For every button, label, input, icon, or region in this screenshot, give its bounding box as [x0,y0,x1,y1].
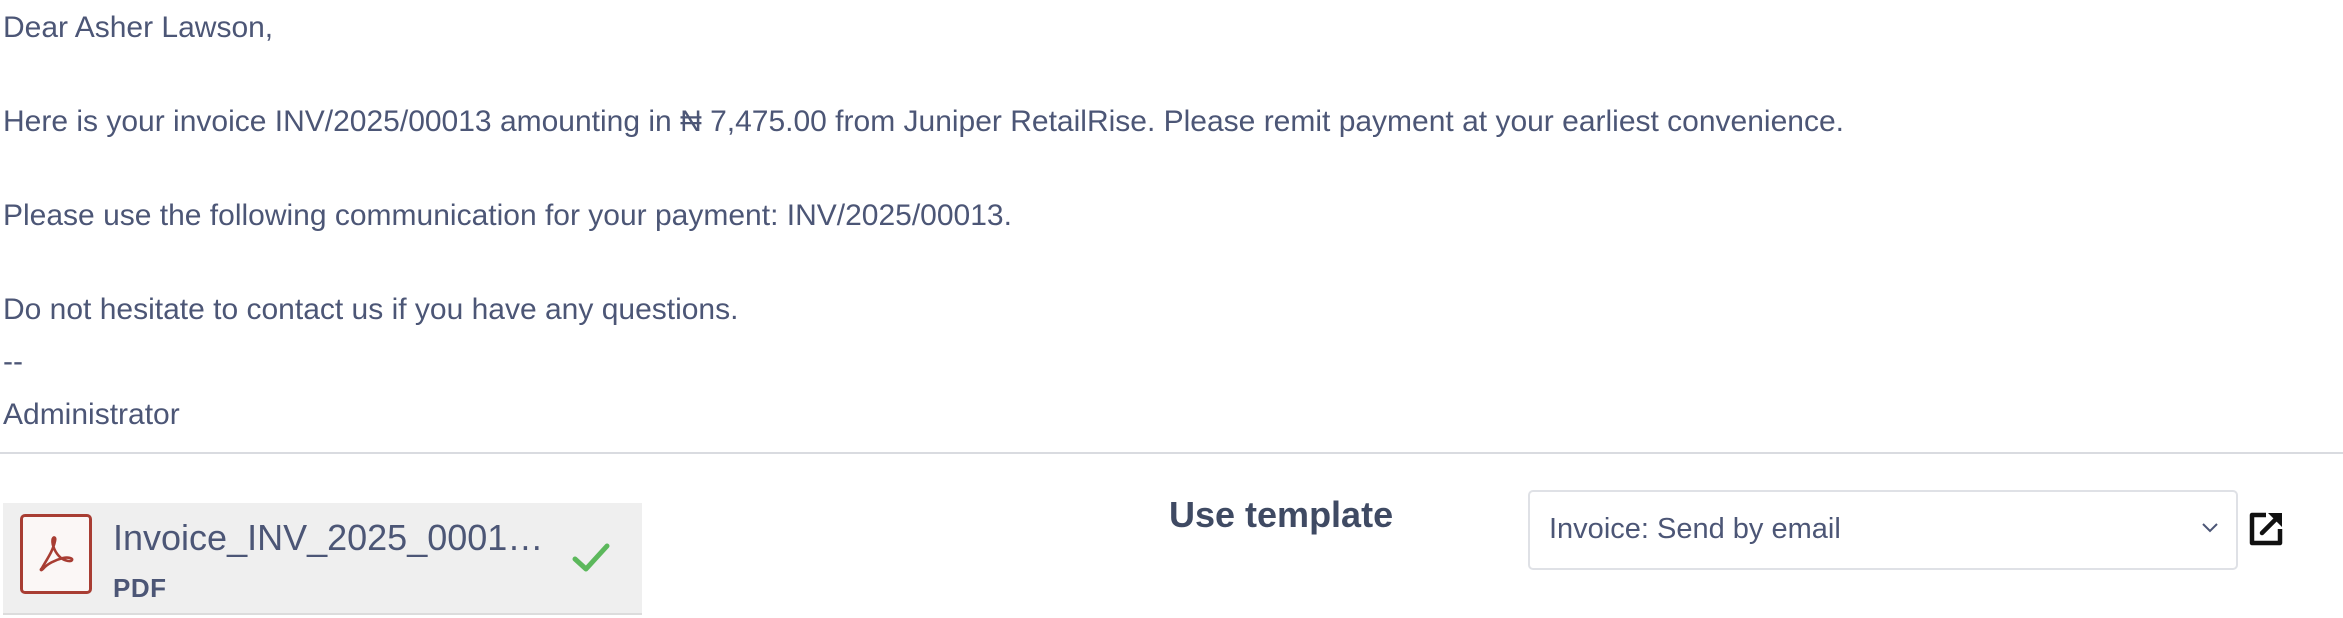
use-template-label: Use template [1169,494,1394,535]
attachment-card[interactable]: Invoice_INV_2025_00013... PDF [3,503,642,615]
email-composer: Dear Asher Lawson, Here is your invoice … [0,0,2343,618]
signature-name: Administrator [3,398,180,431]
email-communication-line: Please use the following communication f… [3,199,1012,232]
signature-separator: -- [3,345,23,378]
attachment-filename[interactable]: Invoice_INV_2025_00013... [113,517,553,559]
chevron-down-icon [2202,523,2218,533]
email-greeting: Dear Asher Lawson, [3,11,274,44]
attachment-type: PDF [113,573,167,603]
pdf-icon [20,514,92,594]
external-link-icon[interactable] [2246,509,2286,549]
check-icon [572,543,610,572]
body-divider [0,452,2343,454]
email-invoice-line: Here is your invoice INV/2025/00013 amou… [3,105,1844,138]
template-selected-value: Invoice: Send by email [1549,513,1841,545]
template-select[interactable]: Invoice: Send by email [1528,490,2238,570]
email-contact-line: Do not hesitate to contact us if you hav… [3,293,739,326]
